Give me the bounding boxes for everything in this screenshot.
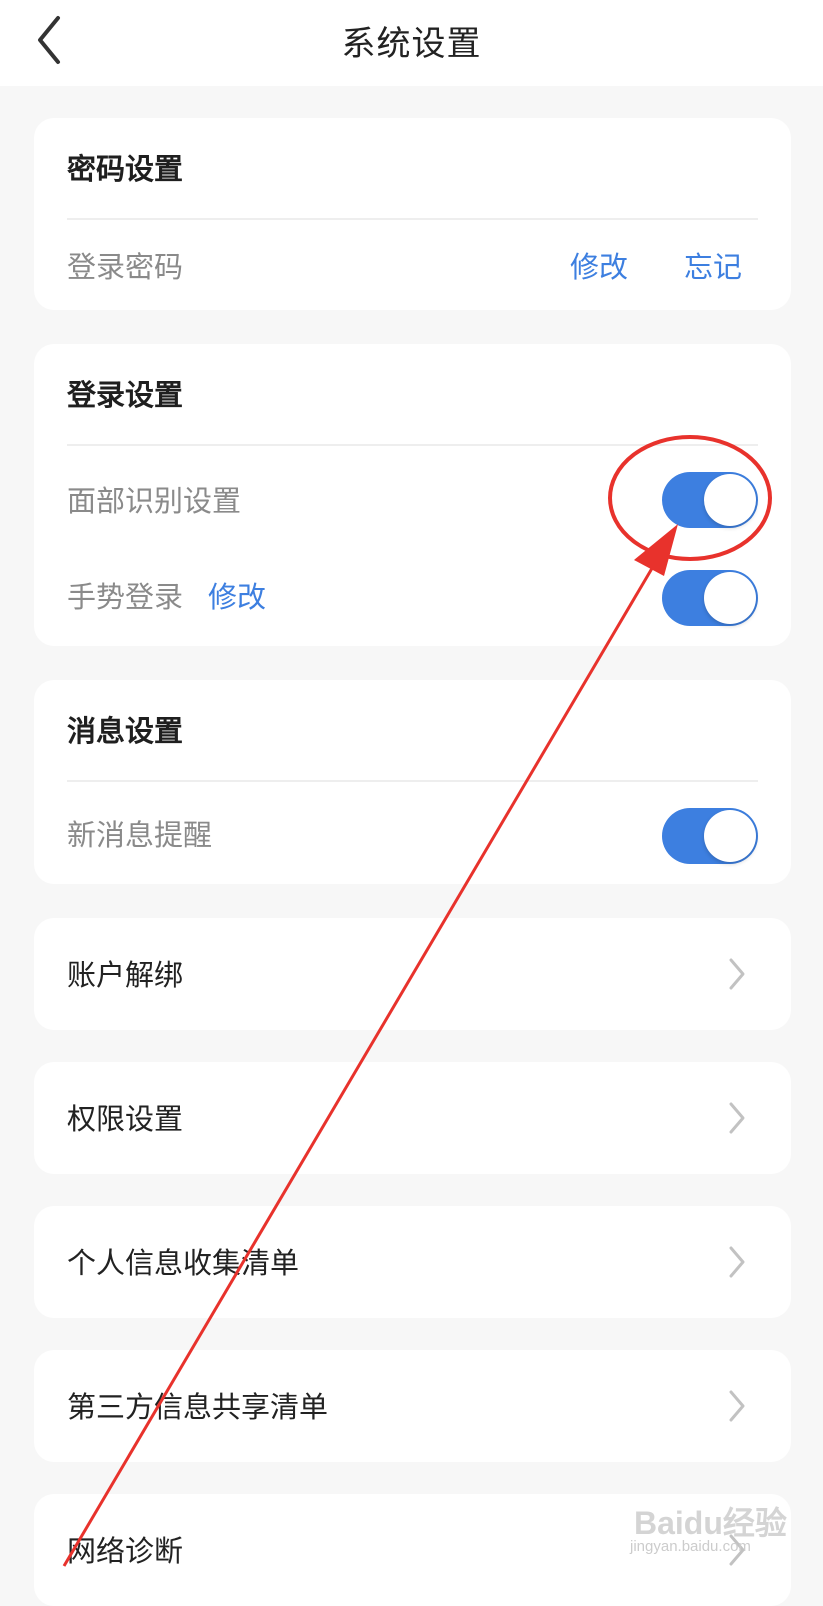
chevron-right-icon [729, 958, 745, 990]
chevron-right-icon [729, 1246, 745, 1278]
divider [67, 780, 758, 782]
toggle-knob [704, 810, 756, 862]
network-diagnosis-label: 网络诊断 [67, 1534, 184, 1568]
toggle-knob [704, 572, 756, 624]
login-settings-card: 登录设置 面部识别设置 手势登录 修改 [34, 344, 791, 646]
chevron-right-icon [729, 1390, 745, 1422]
personal-info-list-row[interactable]: 个人信息收集清单 [34, 1206, 791, 1318]
gesture-login-toggle[interactable] [662, 570, 758, 626]
new-message-toggle[interactable] [662, 808, 758, 864]
message-section-title: 消息设置 [67, 714, 184, 748]
app-header: 系统设置 [0, 0, 823, 86]
toggle-knob [704, 474, 756, 526]
chevron-right-icon [729, 1102, 745, 1134]
gesture-modify-link[interactable]: 修改 [208, 574, 266, 616]
baidu-jingyan-watermark: Baidu经验 jingyan.baidu.com [628, 1498, 808, 1568]
face-id-toggle[interactable] [662, 472, 758, 528]
permission-settings-label: 权限设置 [67, 1102, 184, 1136]
password-settings-card: 密码设置 登录密码 修改 忘记 [34, 118, 791, 310]
forgot-password-link[interactable]: 忘记 [684, 244, 742, 286]
account-unbind-row[interactable]: 账户解绑 [34, 918, 791, 1030]
login-password-label: 登录密码 [67, 250, 184, 284]
permission-settings-row[interactable]: 权限设置 [34, 1062, 791, 1174]
divider [67, 444, 758, 446]
new-message-label: 新消息提醒 [67, 818, 213, 852]
password-section-title: 密码设置 [67, 152, 184, 186]
message-settings-card: 消息设置 新消息提醒 [34, 680, 791, 884]
account-unbind-label: 账户解绑 [67, 958, 184, 992]
third-party-sharing-row[interactable]: 第三方信息共享清单 [34, 1350, 791, 1462]
modify-password-link[interactable]: 修改 [570, 244, 628, 286]
page-title: 系统设置 [341, 24, 482, 64]
login-section-title: 登录设置 [67, 378, 184, 412]
watermark-url: jingyan.baidu.com [630, 1538, 751, 1555]
third-party-sharing-label: 第三方信息共享清单 [67, 1390, 329, 1424]
gesture-login-label: 手势登录 [67, 580, 184, 614]
divider [67, 218, 758, 220]
personal-info-list-label: 个人信息收集清单 [67, 1246, 300, 1280]
face-id-label: 面部识别设置 [67, 484, 242, 518]
